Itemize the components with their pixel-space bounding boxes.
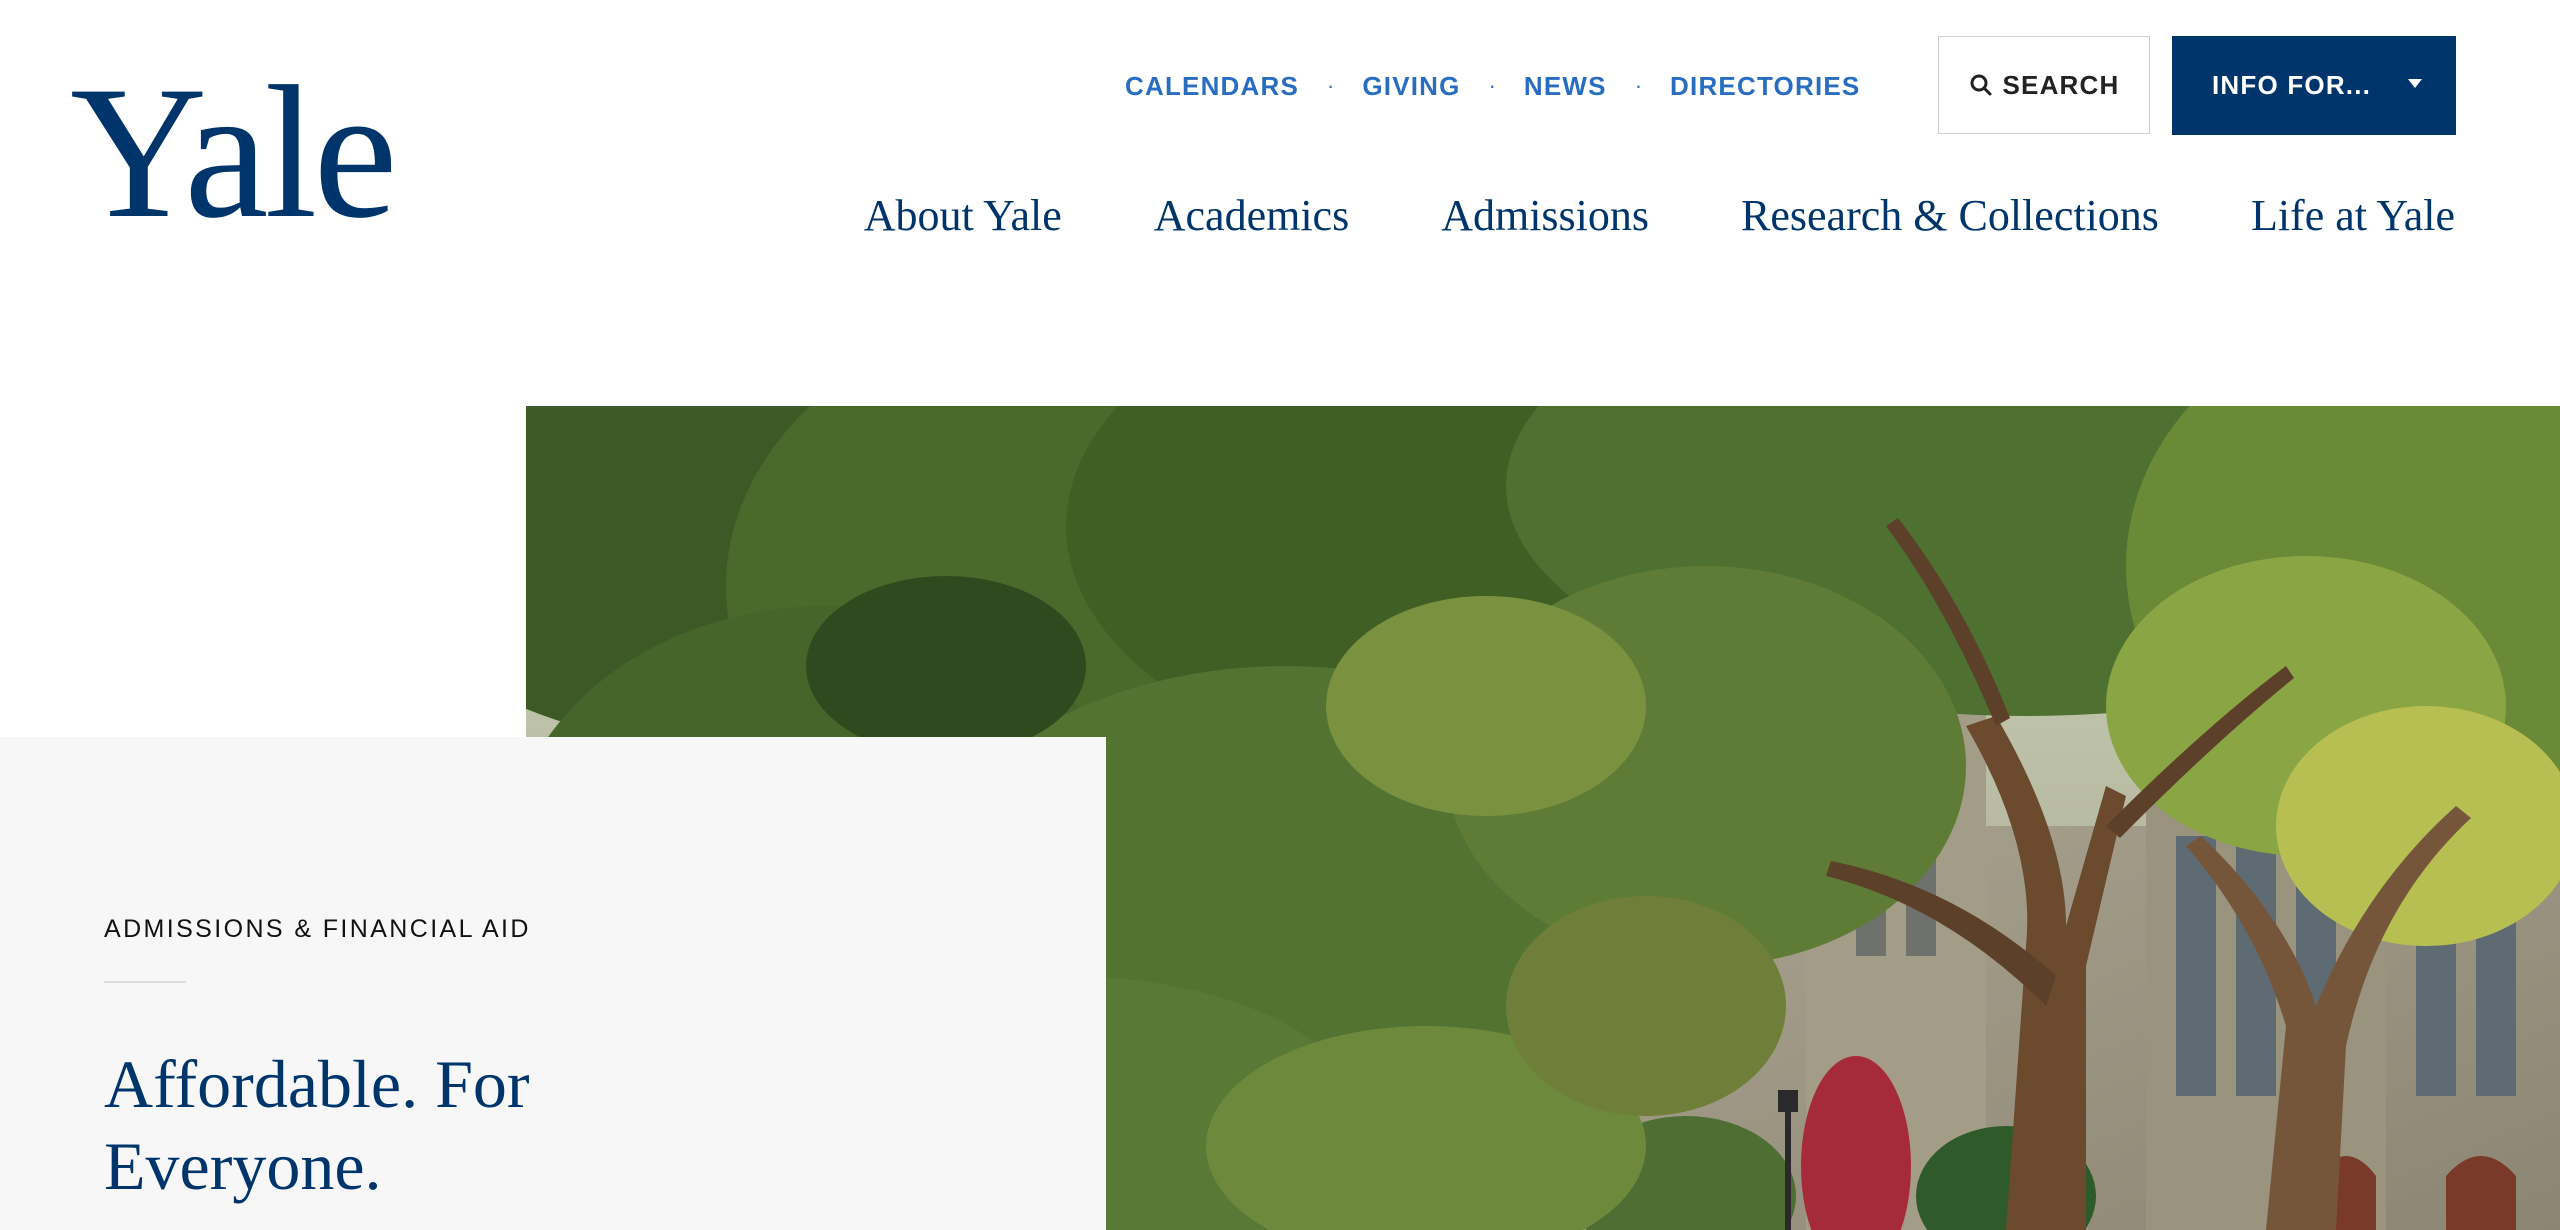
caret-down-icon bbox=[2408, 79, 2422, 88]
card-headline[interactable]: Affordable. For Everyone. bbox=[104, 1043, 724, 1207]
search-label: SEARCH bbox=[2002, 69, 2120, 100]
separator-dot: · bbox=[1634, 73, 1643, 98]
card-eyebrow: ADMISSIONS & FINANCIAL AID bbox=[104, 915, 531, 943]
separator-dot: · bbox=[1488, 73, 1496, 98]
card-divider bbox=[104, 981, 186, 983]
search-icon bbox=[1969, 73, 1993, 97]
feature-card: ADMISSIONS & FINANCIAL AID Affordable. F… bbox=[0, 737, 1106, 1230]
utility-nav: CALENDARS · GIVING · NEWS · DIRECTORIES bbox=[1125, 66, 1860, 106]
main-nav: About Yale Academics Admissions Research… bbox=[864, 190, 2455, 241]
utility-link-news[interactable]: NEWS bbox=[1524, 71, 1607, 102]
main-nav-research-collections[interactable]: Research & Collections bbox=[1741, 190, 2159, 241]
separator-dot: · bbox=[1327, 73, 1335, 98]
utility-link-calendars[interactable]: CALENDARS bbox=[1125, 71, 1299, 102]
search-button[interactable]: SEARCH bbox=[1938, 36, 2150, 134]
main-nav-about-yale[interactable]: About Yale bbox=[864, 190, 1062, 241]
utility-link-directories[interactable]: DIRECTORIES bbox=[1670, 71, 1860, 102]
main-nav-life-at-yale[interactable]: Life at Yale bbox=[2251, 190, 2455, 241]
main-nav-admissions[interactable]: Admissions bbox=[1441, 190, 1649, 241]
info-for-label: INFO FOR... bbox=[2212, 70, 2372, 100]
yale-logo[interactable]: Yale bbox=[70, 58, 398, 248]
utility-link-giving[interactable]: GIVING bbox=[1362, 71, 1460, 102]
info-for-dropdown[interactable]: INFO FOR... bbox=[2172, 36, 2456, 135]
main-nav-academics[interactable]: Academics bbox=[1154, 190, 1349, 241]
